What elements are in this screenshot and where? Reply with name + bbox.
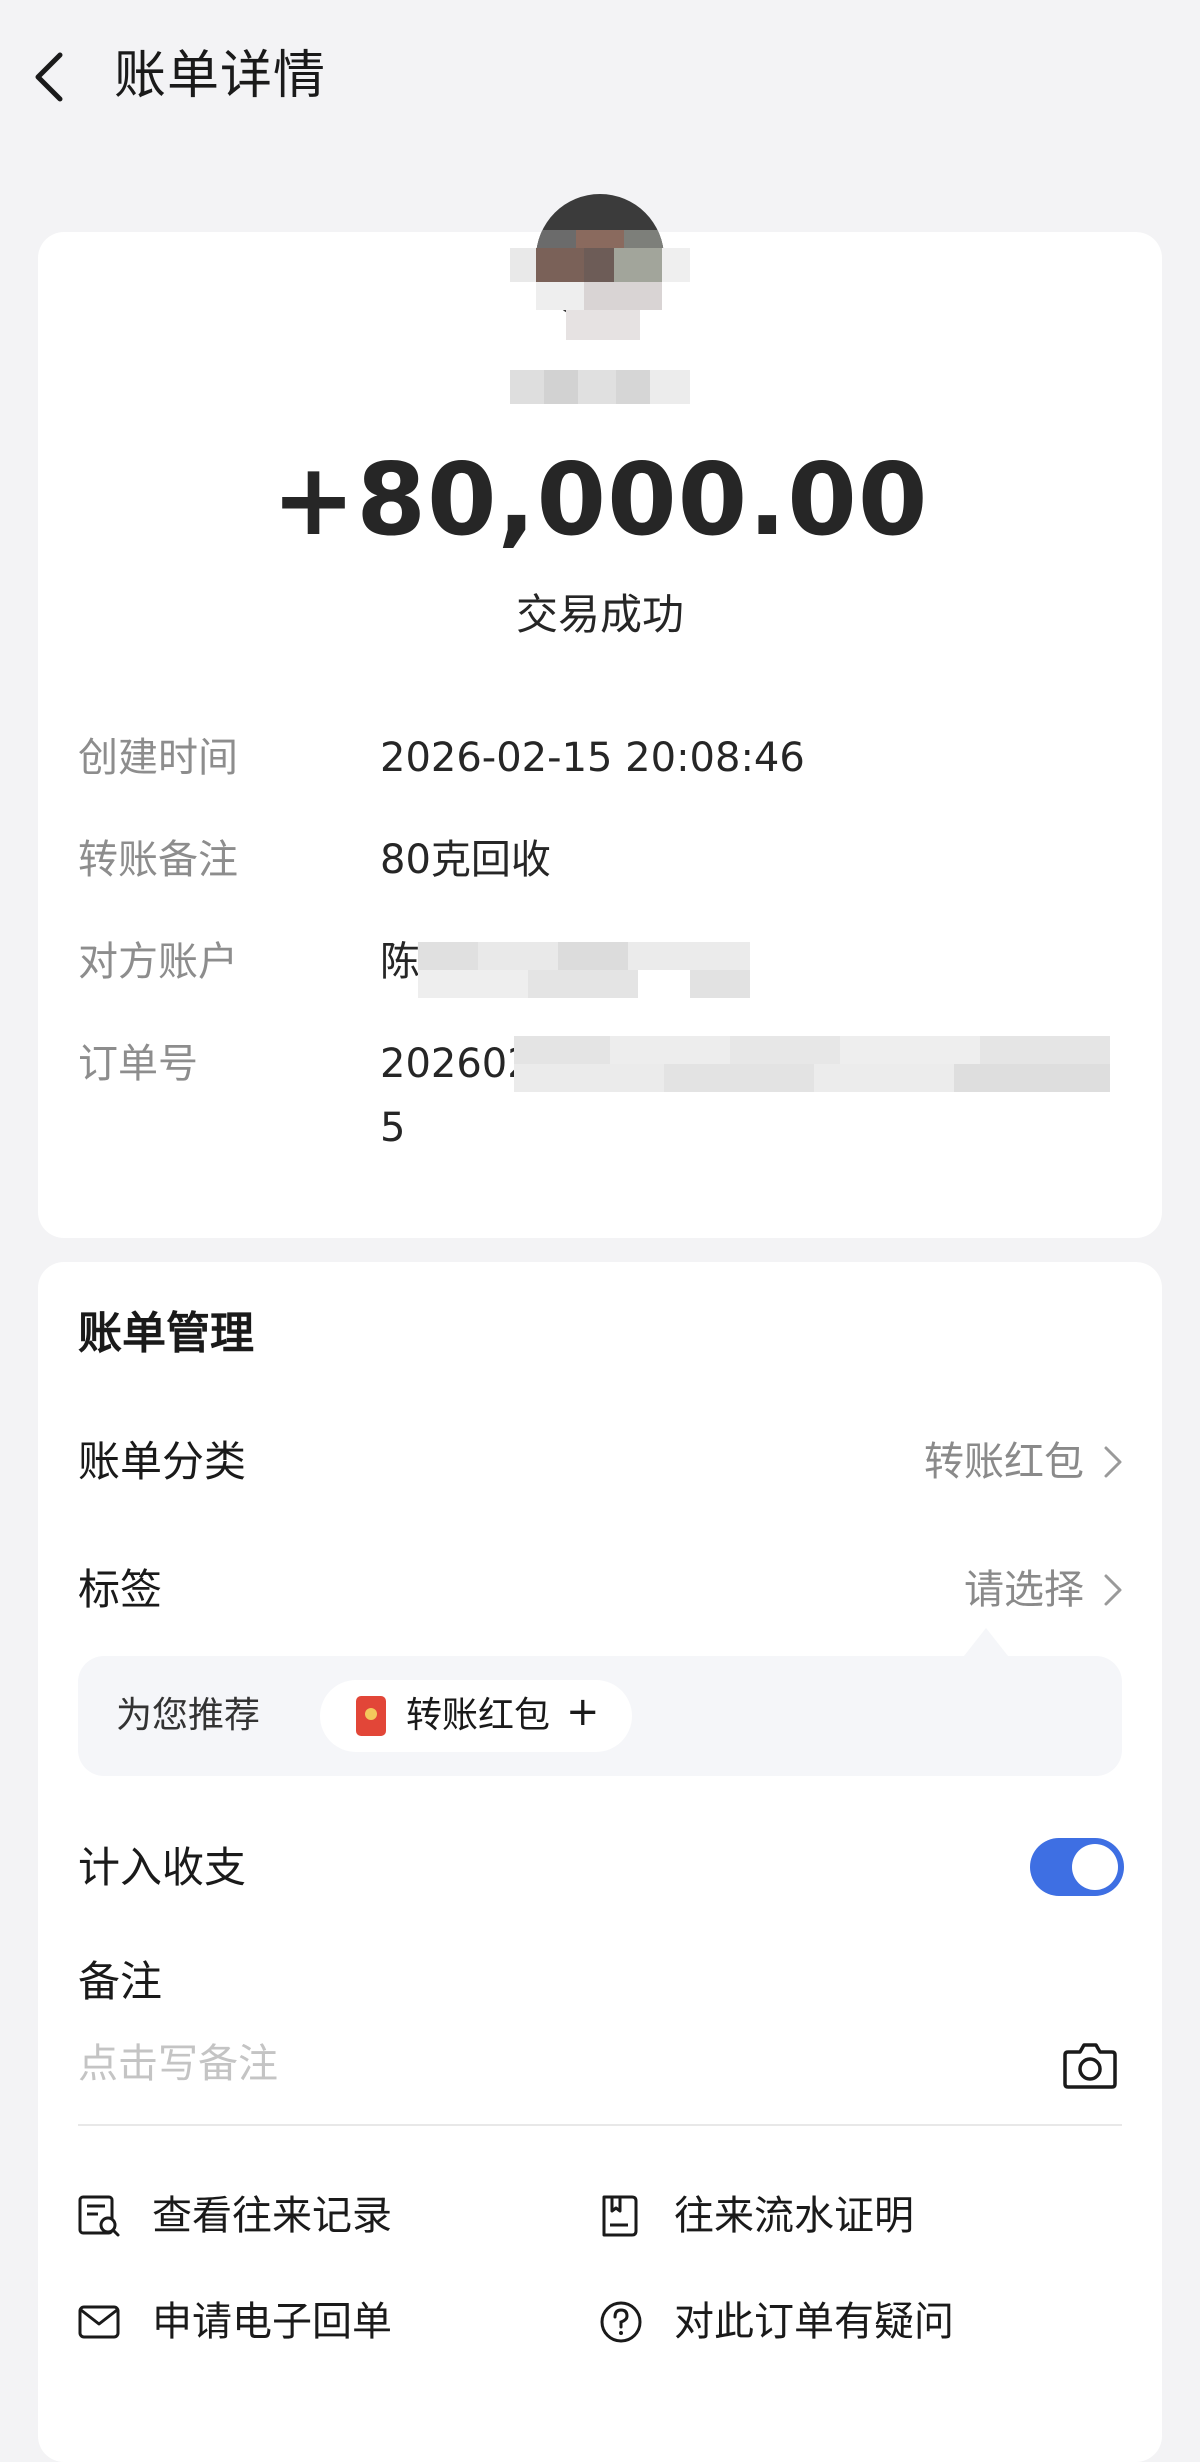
- camera-icon[interactable]: [1062, 2038, 1118, 2092]
- counterparty-label: 对方账户: [78, 939, 238, 985]
- order-number-value: 202602: [380, 1041, 533, 1087]
- avatar-blur-overlay: [510, 248, 690, 340]
- order-question-button[interactable]: 对此订单有疑问: [598, 2292, 1118, 2352]
- counterparty-value: 陈: [380, 939, 420, 985]
- recommend-tag-label: 转账红包: [406, 1695, 551, 1736]
- add-tag-icon[interactable]: +: [566, 1682, 600, 1742]
- counterparty-blurred: [418, 942, 750, 998]
- red-packet-icon: [356, 1696, 386, 1736]
- chevron-right-icon[interactable]: [1098, 1570, 1128, 1610]
- apply-e-receipt-label: 申请电子回单: [152, 2299, 392, 2345]
- transaction-status: 交易成功: [515, 590, 684, 639]
- view-records-button[interactable]: 查看往来记录: [76, 2186, 516, 2246]
- recommend-label: 为您推荐: [116, 1695, 261, 1736]
- order-question-label: 对此订单有疑问: [674, 2299, 954, 2345]
- record-list-icon: [78, 2195, 120, 2237]
- divider: [78, 2124, 1122, 2126]
- chevron-left-icon: [35, 52, 63, 102]
- chevron-right-icon[interactable]: [1098, 1442, 1128, 1482]
- transaction-amount: +80,000.00: [271, 441, 929, 558]
- remark-input[interactable]: 点击写备注: [78, 2034, 278, 2094]
- order-number-blurred: [514, 1036, 1110, 1092]
- remark-label: 备注: [78, 1957, 163, 2006]
- bill-category-label: 账单分类: [78, 1437, 247, 1486]
- payer-name-blurred: [510, 370, 690, 404]
- recommend-pointer: [964, 1628, 1008, 1656]
- bill-management-title: 账单管理: [78, 1308, 254, 1359]
- include-in-budget-label: 计入收支: [78, 1843, 247, 1892]
- transfer-note-value: 80克回收: [380, 837, 551, 883]
- tags-select[interactable]: 请选择: [964, 1558, 1084, 1622]
- order-number-value-line2: 5: [380, 1105, 406, 1151]
- envelope-icon: [78, 2305, 120, 2339]
- toggle-knob: [1072, 1844, 1118, 1890]
- include-in-budget-toggle[interactable]: [1030, 1838, 1124, 1896]
- created-time-label: 创建时间: [78, 735, 238, 781]
- apply-e-receipt-button[interactable]: 申请电子回单: [76, 2292, 516, 2352]
- question-circle-icon: [600, 2301, 642, 2343]
- created-time-value: 2026-02-15 20:08:46: [380, 735, 805, 781]
- page-title: 账单详情: [114, 46, 327, 106]
- statement-proof-label: 往来流水证明: [674, 2193, 914, 2239]
- tags-label: 标签: [78, 1565, 163, 1614]
- bill-category-value[interactable]: 转账红包: [924, 1430, 1084, 1494]
- view-records-label: 查看往来记录: [152, 2193, 392, 2239]
- transfer-note-label: 转账备注: [78, 837, 238, 883]
- statement-proof-icon: [602, 2195, 638, 2237]
- order-number-label: 订单号: [78, 1041, 198, 1087]
- statement-proof-button[interactable]: 往来流水证明: [598, 2186, 1098, 2246]
- back-button[interactable]: [28, 42, 88, 112]
